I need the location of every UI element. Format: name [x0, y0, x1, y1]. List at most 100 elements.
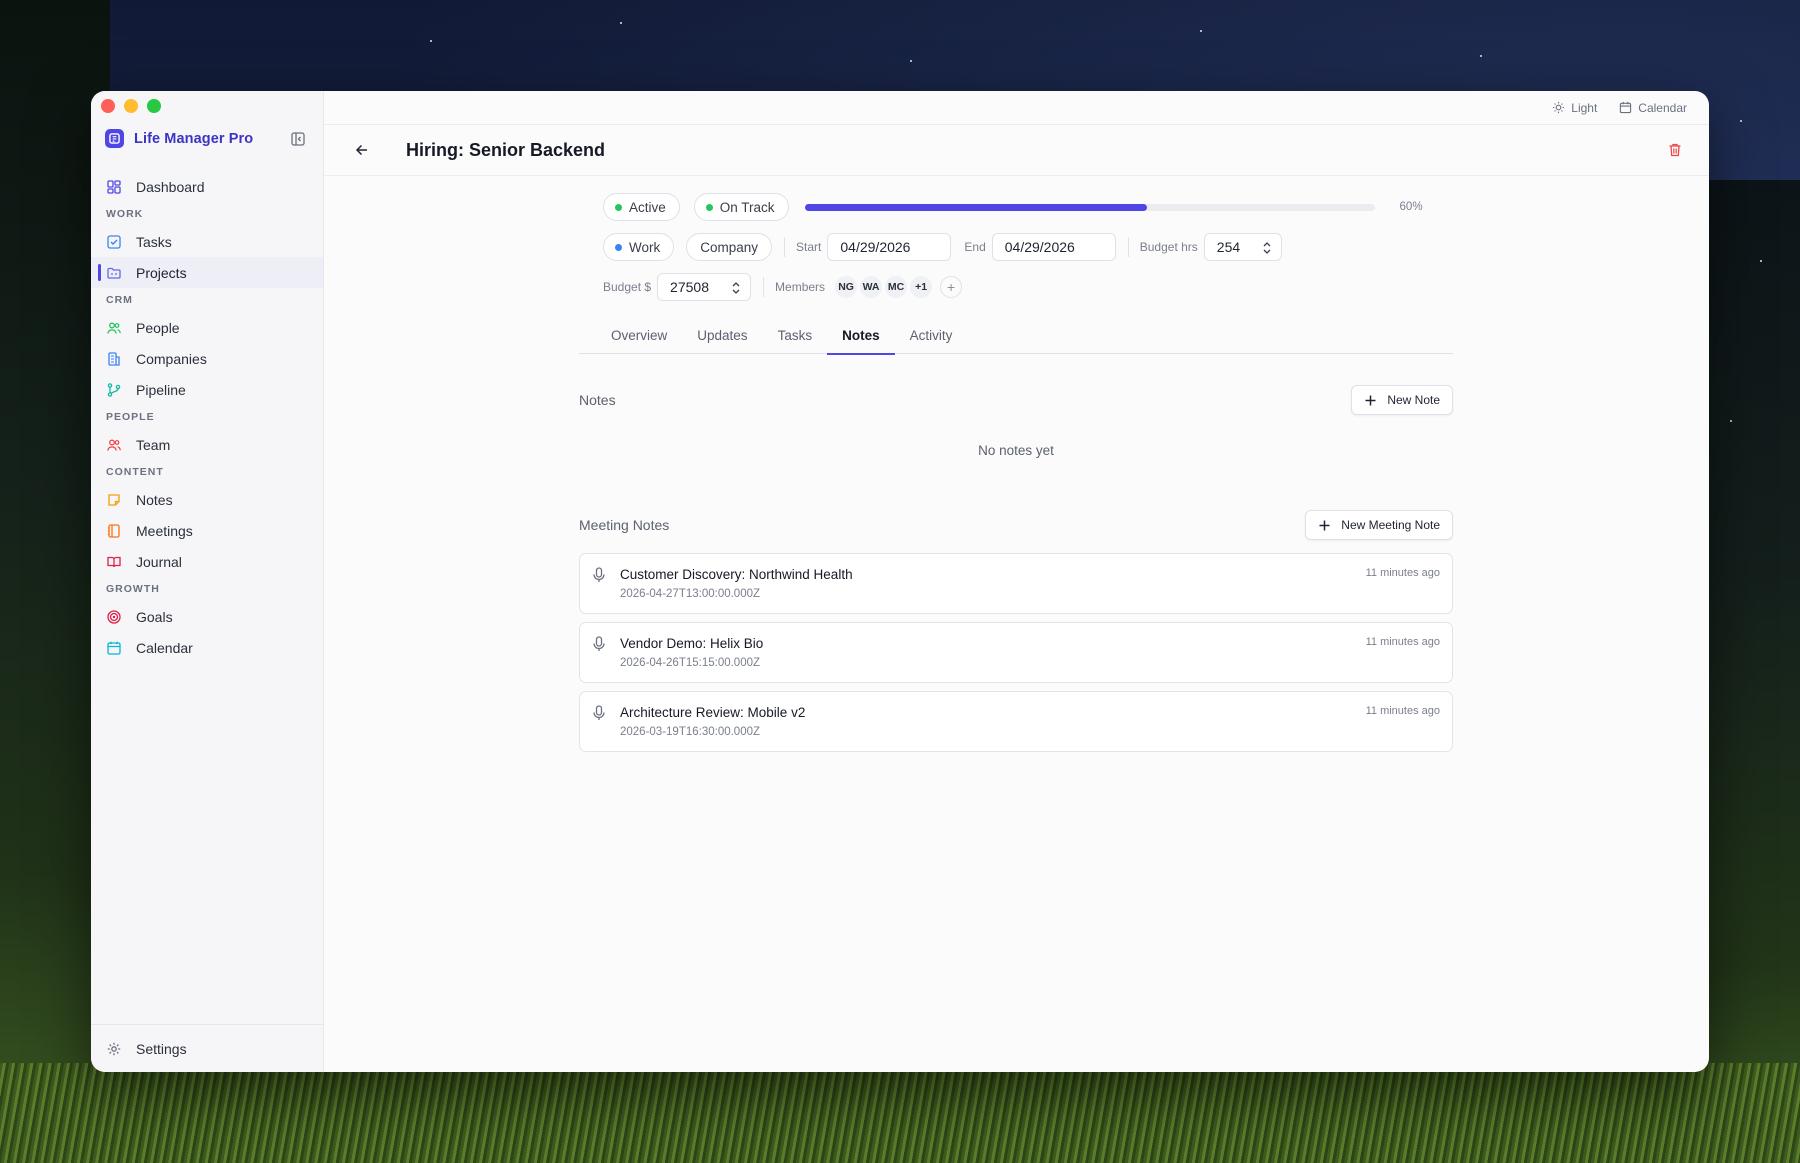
sidebar-item-meetings[interactable]: Meetings: [91, 515, 323, 546]
budget-hrs-input[interactable]: 254: [1203, 233, 1282, 261]
notes-section-title: Notes: [579, 392, 616, 408]
area-label: Work: [629, 239, 661, 255]
sidebar-item-dashboard[interactable]: Dashboard: [91, 171, 323, 202]
window-controls: [101, 99, 161, 113]
gear-icon: [107, 1042, 121, 1055]
tab-activity[interactable]: Activity: [895, 321, 968, 354]
sidebar-item-team[interactable]: Team: [91, 429, 323, 460]
meeting-note-card[interactable]: Vendor Demo: Helix Bio 2026-04-26T15:15:…: [579, 622, 1453, 683]
members-label: Members: [775, 280, 826, 294]
brand[interactable]: Life Manager Pro: [105, 129, 253, 148]
add-member-button[interactable]: +: [940, 276, 963, 298]
sidebar-item-label: Team: [136, 436, 171, 453]
tab-updates[interactable]: Updates: [682, 321, 762, 354]
page-header: Hiring: Senior Backend: [324, 125, 1709, 176]
meeting-note-title: Customer Discovery: Northwind Health: [620, 567, 853, 582]
microphone-icon: [593, 636, 605, 651]
meeting-note-title: Architecture Review: Mobile v2: [620, 705, 806, 720]
sidebar-item-projects[interactable]: Projects: [91, 257, 323, 288]
calendar-link[interactable]: Calendar: [1619, 101, 1687, 115]
calendar-label: Calendar: [1638, 100, 1687, 115]
sidebar-section-growth: GROWTH: [106, 583, 160, 595]
new-note-button[interactable]: New Note: [1351, 385, 1453, 415]
avatar-more[interactable]: +1: [910, 276, 933, 298]
microphone-icon: [593, 705, 605, 720]
theme-label: Light: [1571, 100, 1598, 115]
theme-toggle[interactable]: Light: [1552, 101, 1597, 115]
sidebar-item-label: Companies: [136, 350, 207, 367]
notebook-icon: [107, 523, 120, 538]
sidebar-item-tasks[interactable]: Tasks: [91, 226, 323, 257]
status-pill[interactable]: Active: [603, 193, 680, 221]
meeting-note-time-ago: 11 minutes ago: [1365, 567, 1440, 579]
sidebar-item-notes[interactable]: Notes: [91, 484, 323, 515]
sidebar-item-label: Pipeline: [136, 381, 186, 398]
tab-overview[interactable]: Overview: [596, 321, 682, 354]
new-note-label: New Note: [1387, 393, 1440, 407]
sidebar-item-calendar[interactable]: Calendar: [91, 632, 323, 663]
sidebar-item-label: Tasks: [136, 233, 172, 250]
top-bar: Light Calendar: [324, 91, 1709, 125]
sidebar-collapse-icon[interactable]: [290, 131, 306, 147]
project-tabs: Overview Updates Tasks Notes Activity: [579, 321, 1453, 355]
start-date-input[interactable]: 04/29/2026: [827, 233, 952, 261]
budget-usd-input[interactable]: 27508: [657, 273, 752, 301]
meeting-note-time-ago: 11 minutes ago: [1365, 705, 1440, 717]
project-meta: Active On Track 60% Work Company Start 0…: [579, 191, 1453, 303]
tab-tasks[interactable]: Tasks: [763, 321, 828, 354]
avatar[interactable]: MC: [885, 276, 908, 298]
company-pill[interactable]: Company: [686, 233, 773, 261]
close-window-button[interactable]: [101, 99, 115, 113]
calendar-icon: [1620, 101, 1632, 114]
back-arrow-icon[interactable]: [352, 140, 372, 160]
main-panel: Light Calendar Hiring: Senior Backend Ac…: [324, 91, 1709, 1072]
checkbox-icon: [107, 234, 121, 249]
area-pill[interactable]: Work: [603, 233, 675, 261]
progress-bar: [804, 203, 1375, 211]
meeting-notes-section-title: Meeting Notes: [579, 517, 670, 533]
team-icon: [107, 439, 121, 451]
progress-percent: 60%: [1399, 201, 1423, 213]
progress-fill: [804, 203, 1147, 211]
trash-icon[interactable]: [1667, 142, 1683, 158]
meeting-note-card[interactable]: Architecture Review: Mobile v2 2026-03-1…: [579, 691, 1453, 752]
status-row: Active On Track 60%: [603, 191, 1453, 223]
sidebar-item-pipeline[interactable]: Pipeline: [91, 374, 323, 405]
company-label: Company: [700, 239, 759, 255]
budget-usd-label: Budget $: [603, 280, 652, 294]
zoom-window-button[interactable]: [147, 99, 161, 113]
meeting-note-time-ago: 11 minutes ago: [1365, 636, 1440, 648]
avatar[interactable]: WA: [860, 276, 883, 298]
minimize-window-button[interactable]: [124, 99, 138, 113]
folder-icon: [107, 267, 121, 279]
health-pill[interactable]: On Track: [693, 193, 789, 221]
sidebar-item-label: Projects: [136, 264, 187, 281]
sidebar-section-people: PEOPLE: [106, 411, 155, 423]
stepper-icon[interactable]: [1262, 240, 1272, 256]
meeting-note-title: Vendor Demo: Helix Bio: [620, 636, 764, 651]
page-title: Hiring: Senior Backend: [406, 139, 606, 160]
sidebar-item-settings[interactable]: Settings: [91, 1024, 323, 1072]
sidebar-item-label: People: [136, 319, 180, 336]
details-row: Work Company Start 04/29/2026 End 04/29/…: [603, 231, 1453, 263]
start-label: Start: [796, 240, 822, 254]
target-icon: [107, 609, 121, 624]
avatar[interactable]: NG: [835, 276, 858, 298]
background-grass: [0, 1063, 1800, 1163]
meeting-notes-section-header: Meeting Notes New Meeting Note: [579, 510, 1453, 540]
tab-notes[interactable]: Notes: [827, 321, 895, 355]
member-avatars: NG WA MC +1: [835, 276, 933, 298]
sidebar-item-goals[interactable]: Goals: [91, 601, 323, 632]
end-date-input[interactable]: 04/29/2026: [991, 233, 1116, 261]
notes-empty-state: No notes yet: [978, 443, 1054, 458]
sidebar-item-companies[interactable]: Companies: [91, 343, 323, 374]
divider: [763, 277, 765, 297]
meeting-note-card[interactable]: Customer Discovery: Northwind Health 202…: [579, 553, 1453, 614]
settings-label: Settings: [136, 1040, 187, 1057]
sidebar-item-people[interactable]: People: [91, 312, 323, 343]
calendar-icon: [107, 641, 121, 655]
new-meeting-note-button[interactable]: New Meeting Note: [1305, 510, 1453, 540]
sidebar-item-journal[interactable]: Journal: [91, 546, 323, 577]
sidebar-item-label: Meetings: [136, 522, 193, 539]
stepper-icon[interactable]: [731, 280, 741, 296]
